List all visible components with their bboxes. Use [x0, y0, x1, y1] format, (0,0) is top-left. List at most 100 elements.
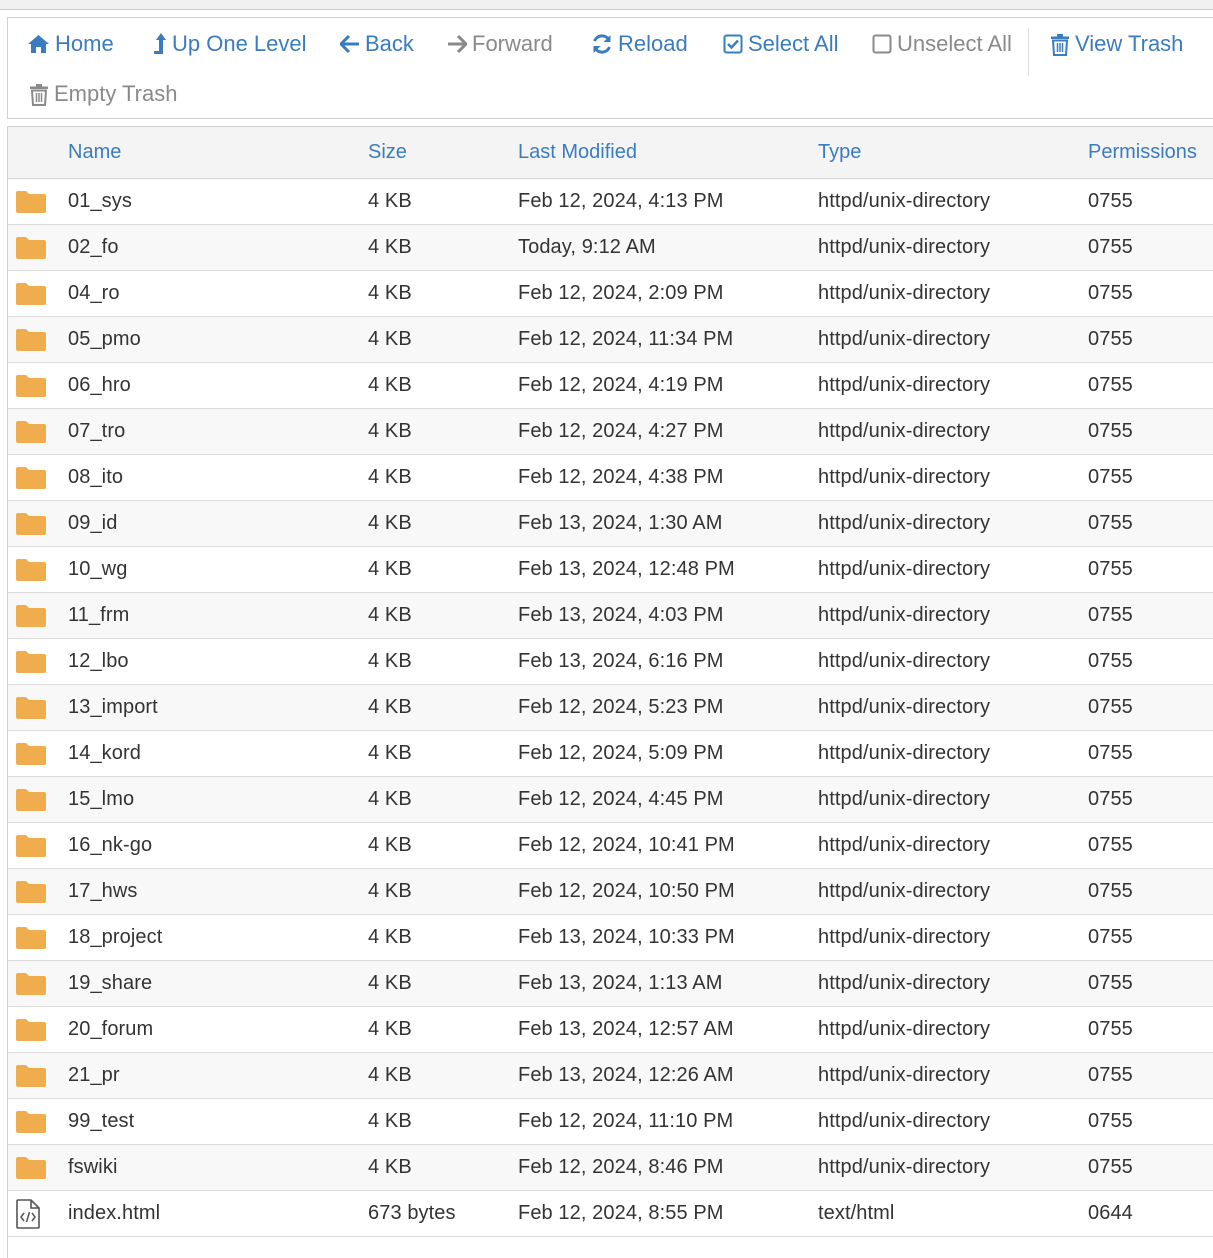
- table-row[interactable]: 15_lmo 4 KB Feb 12, 2024, 4:45 PM httpd/uni…: [8, 777, 1213, 823]
- file-size-cell: 4 KB: [368, 328, 412, 350]
- permissions-cell: 0755: [1088, 282, 1133, 304]
- file-size-cell: 4 KB: [368, 1064, 412, 1086]
- forward-label: Forward: [472, 31, 553, 56]
- table-row[interactable]: 99_test 4 KB Feb 12, 2024, 11:10 PM httpd/u…: [8, 1099, 1213, 1145]
- table-row[interactable]: 09_id 4 KB Feb 13, 2024, 1:30 AM httpd/unix…: [8, 501, 1213, 547]
- select-all-label: Select All: [748, 31, 839, 56]
- file-type-cell: httpd/unix-directory: [818, 512, 991, 534]
- file-name-cell: 19_share: [68, 972, 153, 994]
- folder-icon: [15, 420, 47, 449]
- permissions-cell: 0755: [1088, 696, 1133, 718]
- table-row[interactable]: index.html 673 bytes Feb 12, 2024, 8:55 PM…: [8, 1191, 1213, 1237]
- table-header: Name Size Last Modified Type Permissions: [8, 127, 1213, 179]
- folder-icon: [15, 512, 47, 541]
- table-row[interactable]: 10_wg 4 KB Feb 13, 2024, 12:48 PM httpd/uni…: [8, 547, 1213, 593]
- permissions-cell: 0755: [1088, 1110, 1133, 1132]
- file-size-cell: 4 KB: [368, 834, 412, 856]
- view-trash-label: View Trash: [1075, 31, 1184, 56]
- home-icon: [28, 35, 49, 53]
- table-row[interactable]: 14_kord 4 KB Feb 12, 2024, 5:09 PM httpd/un…: [8, 731, 1213, 777]
- file-size-cell: 4 KB: [368, 282, 412, 304]
- file-size-cell: 4 KB: [368, 420, 412, 442]
- table-row[interactable]: 01_sys 4 KB Feb 12, 2024, 4:13 PM httpd/uni…: [8, 179, 1213, 225]
- table-row[interactable]: 12_lbo 4 KB Feb 13, 2024, 6:16 PM httpd/uni…: [8, 639, 1213, 685]
- reload-icon: [593, 34, 611, 54]
- folder-icon: [15, 190, 47, 219]
- table-row[interactable]: 19_share 4 KB Feb 13, 2024, 1:13 AM httpd/u…: [8, 961, 1213, 1007]
- table-row[interactable]: 13_import 4 KB Feb 12, 2024, 5:23 PM httpd/…: [8, 685, 1213, 731]
- table-row[interactable]: 02_fo 4 KB Today, 9:12 AM httpd/unix-direct…: [8, 225, 1213, 271]
- column-header-last-modified[interactable]: Last Modified: [518, 141, 637, 164]
- empty-trash-button[interactable]: Empty Trash: [29, 79, 177, 109]
- file-type-cell: httpd/unix-directory: [818, 236, 991, 258]
- file-name-cell: 02_fo: [68, 236, 119, 258]
- file-size-cell: 4 KB: [368, 742, 412, 764]
- file-name-cell: 04_ro: [68, 282, 120, 304]
- last-modified-cell: Feb 13, 2024, 12:26 AM: [518, 1064, 734, 1086]
- permissions-cell: 0755: [1088, 328, 1133, 350]
- permissions-cell: 0755: [1088, 466, 1133, 488]
- last-modified-cell: Feb 13, 2024, 12:48 PM: [518, 558, 735, 580]
- table-row[interactable]: 05_pmo 4 KB Feb 12, 2024, 11:34 PM httpd/un…: [8, 317, 1213, 363]
- last-modified-cell: Feb 12, 2024, 10:41 PM: [518, 834, 735, 856]
- home-button[interactable]: Home: [27, 29, 114, 59]
- table-row[interactable]: 04_ro 4 KB Feb 12, 2024, 2:09 PM httpd/unix…: [8, 271, 1213, 317]
- column-header-size[interactable]: Size: [368, 141, 407, 164]
- table-row[interactable]: 11_frm 4 KB Feb 13, 2024, 4:03 PM httpd/uni…: [8, 593, 1213, 639]
- last-modified-cell: Feb 12, 2024, 11:10 PM: [518, 1110, 734, 1132]
- table-row[interactable]: 21_pr 4 KB Feb 13, 2024, 12:26 AM httpd/uni…: [8, 1053, 1213, 1099]
- folder-icon: [15, 696, 47, 725]
- last-modified-cell: Feb 12, 2024, 8:55 PM: [518, 1202, 724, 1224]
- table-row[interactable]: 18_project 4 KB Feb 13, 2024, 10:33 PM http…: [8, 915, 1213, 961]
- back-button[interactable]: Back: [340, 29, 414, 59]
- file-size-cell: 673 bytes: [368, 1202, 456, 1224]
- folder-icon: [15, 834, 47, 863]
- permissions-cell: 0755: [1088, 972, 1133, 994]
- last-modified-cell: Feb 12, 2024, 11:34 PM: [518, 328, 734, 350]
- last-modified-cell: Feb 12, 2024, 5:23 PM: [518, 696, 724, 718]
- last-modified-cell: Feb 13, 2024, 4:03 PM: [518, 604, 724, 626]
- column-header-type[interactable]: Type: [818, 141, 861, 164]
- file-name-cell: 13_import: [68, 696, 158, 718]
- permissions-cell: 0755: [1088, 190, 1133, 212]
- table-row[interactable]: 06_hro 4 KB Feb 12, 2024, 4:19 PM httpd/uni…: [8, 363, 1213, 409]
- file-type-cell: httpd/unix-directory: [818, 466, 991, 488]
- last-modified-cell: Feb 12, 2024, 4:19 PM: [518, 374, 724, 396]
- file-size-cell: 4 KB: [368, 1156, 412, 1178]
- file-size-cell: 4 KB: [368, 190, 412, 212]
- folder-icon: [15, 972, 47, 1001]
- table-row[interactable]: 16_nk-go 4 KB Feb 12, 2024, 10:41 PM httpd/…: [8, 823, 1213, 869]
- permissions-cell: 0755: [1088, 788, 1133, 810]
- permissions-cell: 0755: [1088, 420, 1133, 442]
- table-row[interactable]: 08_ito 4 KB Feb 12, 2024, 4:38 PM httpd/uni…: [8, 455, 1213, 501]
- table-row[interactable]: 20_forum 4 KB Feb 13, 2024, 12:57 AM httpd/…: [8, 1007, 1213, 1053]
- column-header-name[interactable]: Name: [68, 141, 121, 164]
- forward-button[interactable]: Forward: [447, 29, 553, 59]
- table-row[interactable]: fswiki 4 KB Feb 12, 2024, 8:46 PM httpd/uni…: [8, 1145, 1213, 1191]
- file-name-cell: 15_lmo: [68, 788, 135, 810]
- folder-icon: [15, 926, 47, 955]
- select-all-button[interactable]: Select All: [723, 29, 839, 59]
- file-size-cell: 4 KB: [368, 972, 412, 994]
- file-type-cell: httpd/unix-directory: [818, 558, 991, 580]
- folder-icon: [15, 788, 47, 817]
- back-label: Back: [365, 31, 414, 56]
- home-label: Home: [55, 31, 114, 56]
- file-table: Name Size Last Modified Type Permissions…: [7, 126, 1213, 1258]
- up-one-level-button[interactable]: Up One Level: [153, 29, 307, 59]
- file-name-cell: 14_kord: [68, 742, 141, 764]
- file-size-cell: 4 KB: [368, 880, 412, 902]
- table-row[interactable]: 17_hws 4 KB Feb 12, 2024, 10:50 PM httpd/un…: [8, 869, 1213, 915]
- trash-icon: [30, 83, 48, 106]
- reload-button[interactable]: Reload: [591, 29, 688, 59]
- column-header-permissions[interactable]: Permissions: [1088, 141, 1197, 164]
- view-trash-button[interactable]: View Trash: [1050, 29, 1183, 59]
- permissions-cell: 0755: [1088, 1156, 1133, 1178]
- file-size-cell: 4 KB: [368, 696, 412, 718]
- file-type-cell: httpd/unix-directory: [818, 926, 991, 948]
- permissions-cell: 0755: [1088, 834, 1133, 856]
- table-row[interactable]: 07_tro 4 KB Feb 12, 2024, 4:27 PM httpd/uni…: [8, 409, 1213, 455]
- folder-icon: [15, 236, 47, 265]
- last-modified-cell: Feb 12, 2024, 5:09 PM: [518, 742, 724, 764]
- unselect-all-button[interactable]: Unselect All: [872, 29, 1012, 59]
